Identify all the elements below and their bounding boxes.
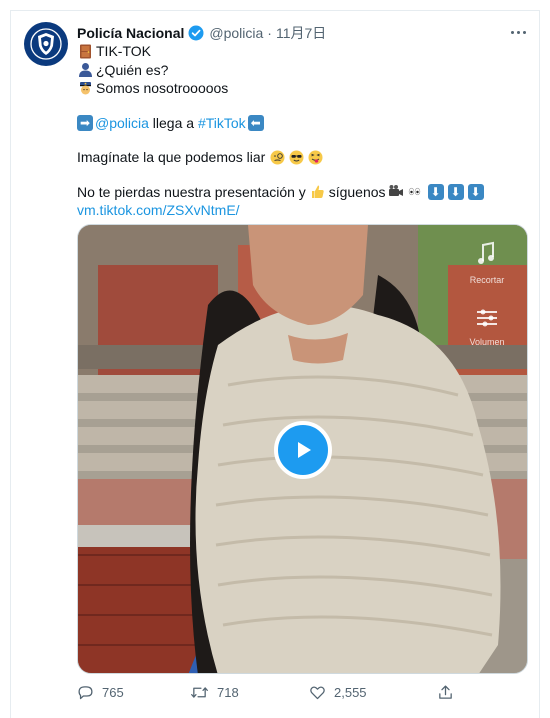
text-line: Somos nosotrooooos	[77, 79, 507, 98]
play-icon	[298, 442, 311, 458]
overlay-volumen: Volumen	[469, 337, 505, 347]
text-line: TIK-TOK	[77, 42, 507, 61]
silhouette-icon	[77, 62, 93, 78]
overlay-recortar: Recortar	[469, 275, 505, 285]
volume-sliders-icon	[477, 309, 497, 327]
door-icon	[77, 43, 93, 59]
text-siguenos: síguenos	[328, 183, 386, 200]
tweet-text: TIK-TOK ¿Quién es? Somos nosotrooooos ➡ …	[77, 42, 507, 220]
eyes-icon	[407, 184, 423, 200]
arrow-down-icon: ⬇	[427, 183, 444, 200]
text-line: No te pierdas nuestra presentación y síg…	[77, 183, 507, 202]
text-line: vm.tiktok.com/ZSXvNtmE/	[77, 201, 507, 220]
shield-icon	[30, 28, 62, 60]
arrow-down-icon: ⬇	[467, 183, 484, 200]
text-line: ➡ @policia llega a #TikTok ⬅	[77, 114, 507, 133]
retweet-button[interactable]: 718	[190, 684, 239, 701]
text-llega: llega a	[148, 114, 198, 131]
hashtag-link[interactable]: #TikTok	[198, 114, 246, 133]
display-name[interactable]: Policía Nacional	[77, 25, 184, 41]
more-icon[interactable]	[506, 20, 530, 44]
reply-icon	[78, 685, 93, 699]
tweet-header: Policía Nacional @policia · 11月7日	[77, 23, 530, 43]
police-officer-icon	[77, 80, 93, 96]
retweet-icon	[191, 686, 208, 698]
music-cut-icon	[478, 241, 494, 264]
reply-count: 765	[102, 684, 124, 700]
mention-link[interactable]: @policia	[95, 114, 149, 133]
user-handle[interactable]: @policia	[209, 25, 263, 41]
tiktok-overlay: Recortar Volumen	[457, 239, 517, 347]
verified-icon	[188, 25, 204, 41]
tongue-face-icon	[307, 149, 323, 165]
like-button[interactable]: 2,555	[309, 684, 367, 701]
like-count: 2,555	[334, 684, 367, 700]
video-camera-icon	[388, 184, 404, 200]
text-no-te-pierdas: No te pierdas nuestra presentación y	[77, 183, 310, 200]
avatar[interactable]	[24, 22, 68, 66]
video-player[interactable]: Recortar Volumen	[77, 224, 528, 674]
arrow-down-icon: ⬇	[447, 183, 464, 200]
retweet-count: 718	[217, 684, 239, 700]
reply-button[interactable]: 765	[77, 684, 124, 701]
tweet-actions: 765 718 2,555	[77, 682, 477, 702]
arrow-right-icon: ➡	[77, 114, 93, 131]
sunglasses-face-icon	[288, 149, 304, 165]
text-quien-es: ¿Quién es?	[96, 61, 169, 78]
share-icon	[439, 684, 452, 699]
text-tiktok: TIK-TOK	[96, 43, 151, 59]
arrow-left-icon: ⬅	[247, 114, 264, 131]
tweet-date[interactable]: 11月7日	[276, 23, 326, 43]
text-imaginate: Imagínate la que podemos liar	[77, 149, 266, 165]
text-line: Imagínate la que podemos liar	[77, 148, 507, 167]
header-separator: ·	[267, 25, 272, 41]
like-icon	[310, 686, 325, 699]
thumbs-up-icon	[310, 184, 326, 200]
share-button[interactable]	[437, 684, 462, 701]
text-somos: Somos nosotrooooos	[96, 80, 229, 96]
text-line: ¿Quién es?	[77, 61, 507, 80]
tiktok-url-link[interactable]: vm.tiktok.com/ZSXvNtmE/	[77, 201, 240, 220]
play-button[interactable]	[274, 421, 332, 479]
monocle-face-icon	[269, 149, 285, 165]
